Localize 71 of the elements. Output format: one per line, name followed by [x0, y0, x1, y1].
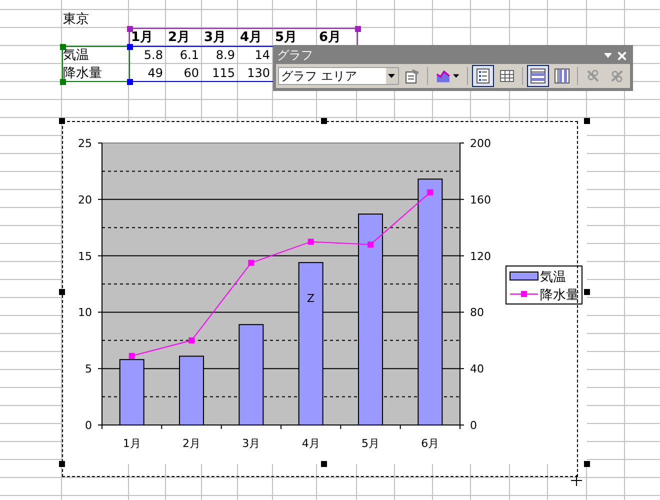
caret-icon	[388, 74, 396, 78]
column-header: 1月	[130, 29, 154, 46]
category-label: 2月	[182, 437, 200, 450]
table-cell-text: 49	[148, 66, 164, 80]
y-tick-label: 20	[78, 193, 92, 206]
resize-handle[interactable]	[59, 289, 65, 295]
y-tick-label: 10	[78, 306, 92, 320]
area-chart-icon	[436, 68, 450, 84]
column-header: 4月	[239, 29, 262, 46]
legend-label: 気温	[540, 270, 566, 285]
row-label: 降水量	[62, 65, 102, 82]
by-row-button[interactable]	[527, 65, 550, 87]
annotation-text: Z	[307, 292, 315, 305]
y-tick-label: 40	[470, 362, 484, 376]
y-tick-label: 0	[470, 419, 477, 432]
legend-swatch	[510, 272, 538, 280]
row-label: 気温	[62, 47, 89, 64]
category-label: 3月	[242, 437, 260, 450]
resize-handle[interactable]	[59, 118, 65, 124]
y-tick-label: 0	[85, 419, 92, 432]
range-handle[interactable]	[127, 79, 133, 85]
range-handle[interactable]	[127, 44, 133, 50]
angled-text-down-icon	[585, 68, 601, 84]
resize-handle[interactable]	[321, 461, 327, 467]
table-cell-text: 6.1	[180, 48, 200, 62]
y-tick-label: 25	[78, 137, 92, 150]
resize-handle[interactable]	[584, 461, 590, 467]
y-tick-label: 200	[470, 137, 491, 150]
column-header: 6月	[318, 29, 342, 46]
toolbar-title: グラフ	[276, 47, 314, 64]
y-tick-label: 5	[85, 362, 92, 376]
caret-icon	[453, 74, 460, 78]
y-tick-label: 120	[470, 250, 491, 263]
resize-handle[interactable]	[584, 289, 590, 295]
y-tick-label: 160	[470, 193, 491, 206]
table-cell-text: 14	[254, 48, 271, 62]
resize-handle[interactable]	[321, 118, 327, 124]
column-header: 5月	[274, 29, 298, 46]
range-handle[interactable]	[60, 44, 66, 50]
legend-line-icon	[510, 291, 538, 297]
crosshair-cursor-icon	[571, 475, 582, 486]
category-label: 4月	[302, 437, 320, 450]
category-label: 1月	[122, 437, 141, 450]
y-tick-label: 15	[78, 250, 92, 263]
range-handle[interactable]	[355, 26, 361, 32]
data-table-icon	[500, 70, 514, 82]
close-icon[interactable]	[618, 52, 626, 60]
dropdown-menu-icon[interactable]	[604, 53, 612, 58]
chart-object-dropdown[interactable]: グラフ エリア	[278, 67, 399, 85]
category-label: 5月	[362, 437, 380, 450]
legend-button[interactable]	[472, 65, 494, 87]
column-header: 2月	[167, 29, 190, 46]
angled-text-up-icon	[609, 68, 625, 84]
resize-handle[interactable]	[584, 118, 590, 124]
table-cell-text: 5.8	[144, 48, 164, 62]
table-cell-text: 8.9	[216, 48, 236, 62]
legend-icon	[476, 68, 490, 84]
category-label: 6月	[421, 437, 440, 450]
range-handle[interactable]	[127, 26, 133, 32]
by-row-icon	[530, 68, 546, 84]
table-cell-text: 60	[184, 66, 200, 80]
range-handle[interactable]	[60, 79, 66, 85]
column-header: 3月	[203, 29, 226, 46]
table-cell-text: 130	[247, 66, 271, 80]
by-column-icon	[554, 68, 570, 84]
resize-handle[interactable]	[59, 461, 65, 467]
legend-label: 降水量	[540, 288, 579, 303]
cell-text: 東京	[62, 11, 89, 28]
properties-icon	[404, 68, 420, 84]
y-tick-label: 80	[470, 306, 484, 320]
table-cell-text: 115	[212, 66, 236, 80]
